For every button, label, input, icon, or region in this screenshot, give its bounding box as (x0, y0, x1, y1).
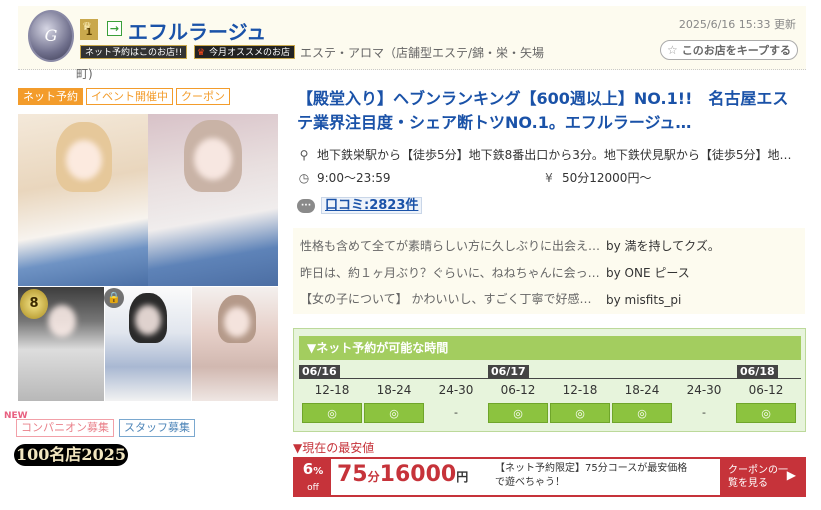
slot-time: 24-30 (438, 383, 474, 397)
review-text: 昨日は、約１ヶ月ぶり？ぐらいに、ねねちゃんに会っ… (300, 266, 600, 280)
updated-timestamp: 2025/6/16 15:33 更新 (678, 18, 796, 31)
ranking-100-logo[interactable]: 100名店2025 (14, 444, 128, 466)
coupon-minutes-unit: 分 (367, 470, 380, 484)
slot-available-button[interactable]: ◎ (302, 403, 362, 423)
photo-thumb-3[interactable] (192, 287, 278, 401)
slot-available-button[interactable]: ◎ (736, 403, 796, 423)
lowest-price-label: ▼現在の最安値 (293, 441, 375, 455)
lock-icon: 🔒 (104, 288, 124, 308)
tag-net-reservation: ネット予約 (18, 88, 83, 105)
shop-catchcopy[interactable]: 【殿堂入り】ヘブンランキング【600週以上】NO.1!! 名古屋エステ業界注目度… (297, 87, 803, 135)
coupon-minutes: 75 (337, 462, 368, 487)
yen-icon: ¥ (545, 171, 553, 185)
award-medal-icon: 8 (20, 289, 48, 319)
review-text: 性格も含めて全てが素晴らしい方に久しぶりに出会え… (300, 239, 601, 253)
review-count-link[interactable]: ··· 口コミ:2823件 (297, 194, 423, 214)
coupon-price: 75分16000円 (337, 462, 468, 487)
hours-text: 9:00〜23:59 (317, 171, 391, 185)
review-count: 口コミ:2823件 (321, 197, 423, 214)
slot-time: 06-12 (748, 383, 784, 397)
review-author: by 満を持してクズ。 (606, 239, 720, 253)
slot-unavailable: - (454, 406, 458, 419)
star-icon: ☆ (666, 43, 678, 57)
coupon-description: 【ネット予約限定】75分コースが最安価格で遊べちゃう！ (495, 463, 688, 488)
arrow-enter-icon: → (107, 21, 122, 36)
rank-number: 1 (85, 27, 93, 38)
schedule-date: 06/16 (299, 365, 340, 379)
coupon-list-button[interactable]: クーポンの一覧を見る ▶ (720, 459, 804, 495)
monthly-recommend-banner[interactable]: ♛ 今月オススメのお店 (194, 45, 296, 59)
coupon-list-label: クーポンの一覧を見る (728, 465, 788, 489)
review-list: 性格も含めて全てが素晴らしい方に久しぶりに出会え… by 満を持してクズ。 昨日は… (293, 228, 805, 314)
slot-available-button[interactable]: ◎ (364, 403, 424, 423)
keep-shop-button[interactable]: ☆ このお店をキープする (660, 40, 798, 60)
slot-time: 18-24 (624, 383, 660, 397)
feature-tags: ネット予約 イベント開催中 クーポン (18, 88, 230, 105)
photo-main-2[interactable] (148, 114, 278, 286)
coupon-yen: 円 (456, 470, 469, 484)
photo-thumb-1[interactable]: 8 (18, 287, 104, 401)
clock-icon: ◷ (298, 171, 310, 185)
shop-category: エステ・アロマ（店舗型エステ/錦・栄・矢場 (300, 46, 545, 60)
tag-event: イベント開催中 (86, 88, 173, 105)
discount-badge: 6% off (295, 459, 331, 495)
slot-available-button[interactable]: ◎ (488, 403, 548, 423)
map-pin-icon: ⚲ (299, 148, 309, 162)
shop-category-wrap: 町) (76, 67, 93, 81)
photo-main-1[interactable] (18, 114, 148, 286)
review-author: by misfits_pi (606, 293, 682, 307)
companion-recruit-link[interactable]: コンパニオン募集 (16, 419, 114, 437)
shop-header: G ♛ 1 → エフルラージュ 2025/6/16 15:33 更新 ネット予約… (18, 6, 806, 81)
slot-unavailable: - (702, 406, 706, 419)
slot-available-button[interactable]: ◎ (612, 403, 672, 423)
slot-time: 06-12 (500, 383, 536, 397)
review-author: by ONE ピース (606, 266, 690, 280)
slot-time: 12-18 (314, 383, 350, 397)
schedule-heading: ▼ネット予約が可能な時間 (299, 336, 801, 360)
crown-icon: ♛ (197, 48, 206, 58)
discount-percent: 6 (302, 460, 314, 478)
review-item[interactable]: 性格も含めて全てが素晴らしい方に久しぶりに出会え… by 満を持してクズ。 (300, 237, 720, 254)
price-info: ¥50分12000円〜 (542, 169, 651, 186)
coupon-price-value: 16000 (379, 462, 457, 487)
speech-bubble-icon: ··· (297, 198, 315, 213)
shop-name-link[interactable]: エフルラージュ (128, 16, 266, 45)
slot-available-button[interactable]: ◎ (550, 403, 610, 423)
schedule-divider (299, 378, 801, 379)
review-item[interactable]: 昨日は、約１ヶ月ぶり？ぐらいに、ねねちゃんに会っ… by ONE ピース (300, 264, 690, 281)
net-reservation-banner[interactable]: ネット予約はこのお店!! (80, 45, 188, 59)
slot-time: 12-18 (562, 383, 598, 397)
access-info: ⚲ 地下鉄栄駅から【徒歩5分】地下鉄8番出口から3分。地下鉄伏見駅から【徒歩5分】… (297, 146, 797, 163)
coupon-box[interactable]: 6% off 75分16000円 【ネット予約限定】75分コースが最安価格で遊べ… (293, 457, 806, 497)
monthly-recommend-label: 今月オススメのお店 (209, 48, 291, 58)
review-item[interactable]: 【女の子について】 かわいいし、すごく丁寧で好感… by misfits_pi (300, 290, 681, 307)
price-text: 50分12000円〜 (562, 171, 652, 185)
schedule-date: 06/18 (737, 365, 778, 379)
staff-recruit-link[interactable]: スタッフ募集 (119, 419, 195, 437)
tag-coupon: クーポン (176, 88, 230, 105)
slot-time: 18-24 (376, 383, 412, 397)
reservation-schedule: ▼ネット予約が可能な時間 06/16 06/17 06/18 12-18 18-… (293, 328, 806, 432)
review-text: 【女の子について】 かわいいし、すごく丁寧で好感… (300, 292, 592, 306)
access-text: 地下鉄栄駅から【徒歩5分】地下鉄8番出口から3分。地下鉄伏見駅から【徒歩5分】地… (317, 148, 792, 162)
hours-info: ◷ 9:00〜23:59 (297, 169, 391, 186)
arrow-right-icon: ▶ (786, 468, 796, 482)
discount-off: off (307, 483, 319, 493)
keep-shop-label: このお店をキープする (681, 44, 792, 57)
slot-time: 24-30 (686, 383, 722, 397)
rank-badge: ♛ 1 (80, 19, 98, 40)
percent-sign: % (313, 466, 324, 477)
schedule-date: 06/17 (488, 365, 529, 379)
shop-logo-icon[interactable]: G (28, 10, 74, 62)
